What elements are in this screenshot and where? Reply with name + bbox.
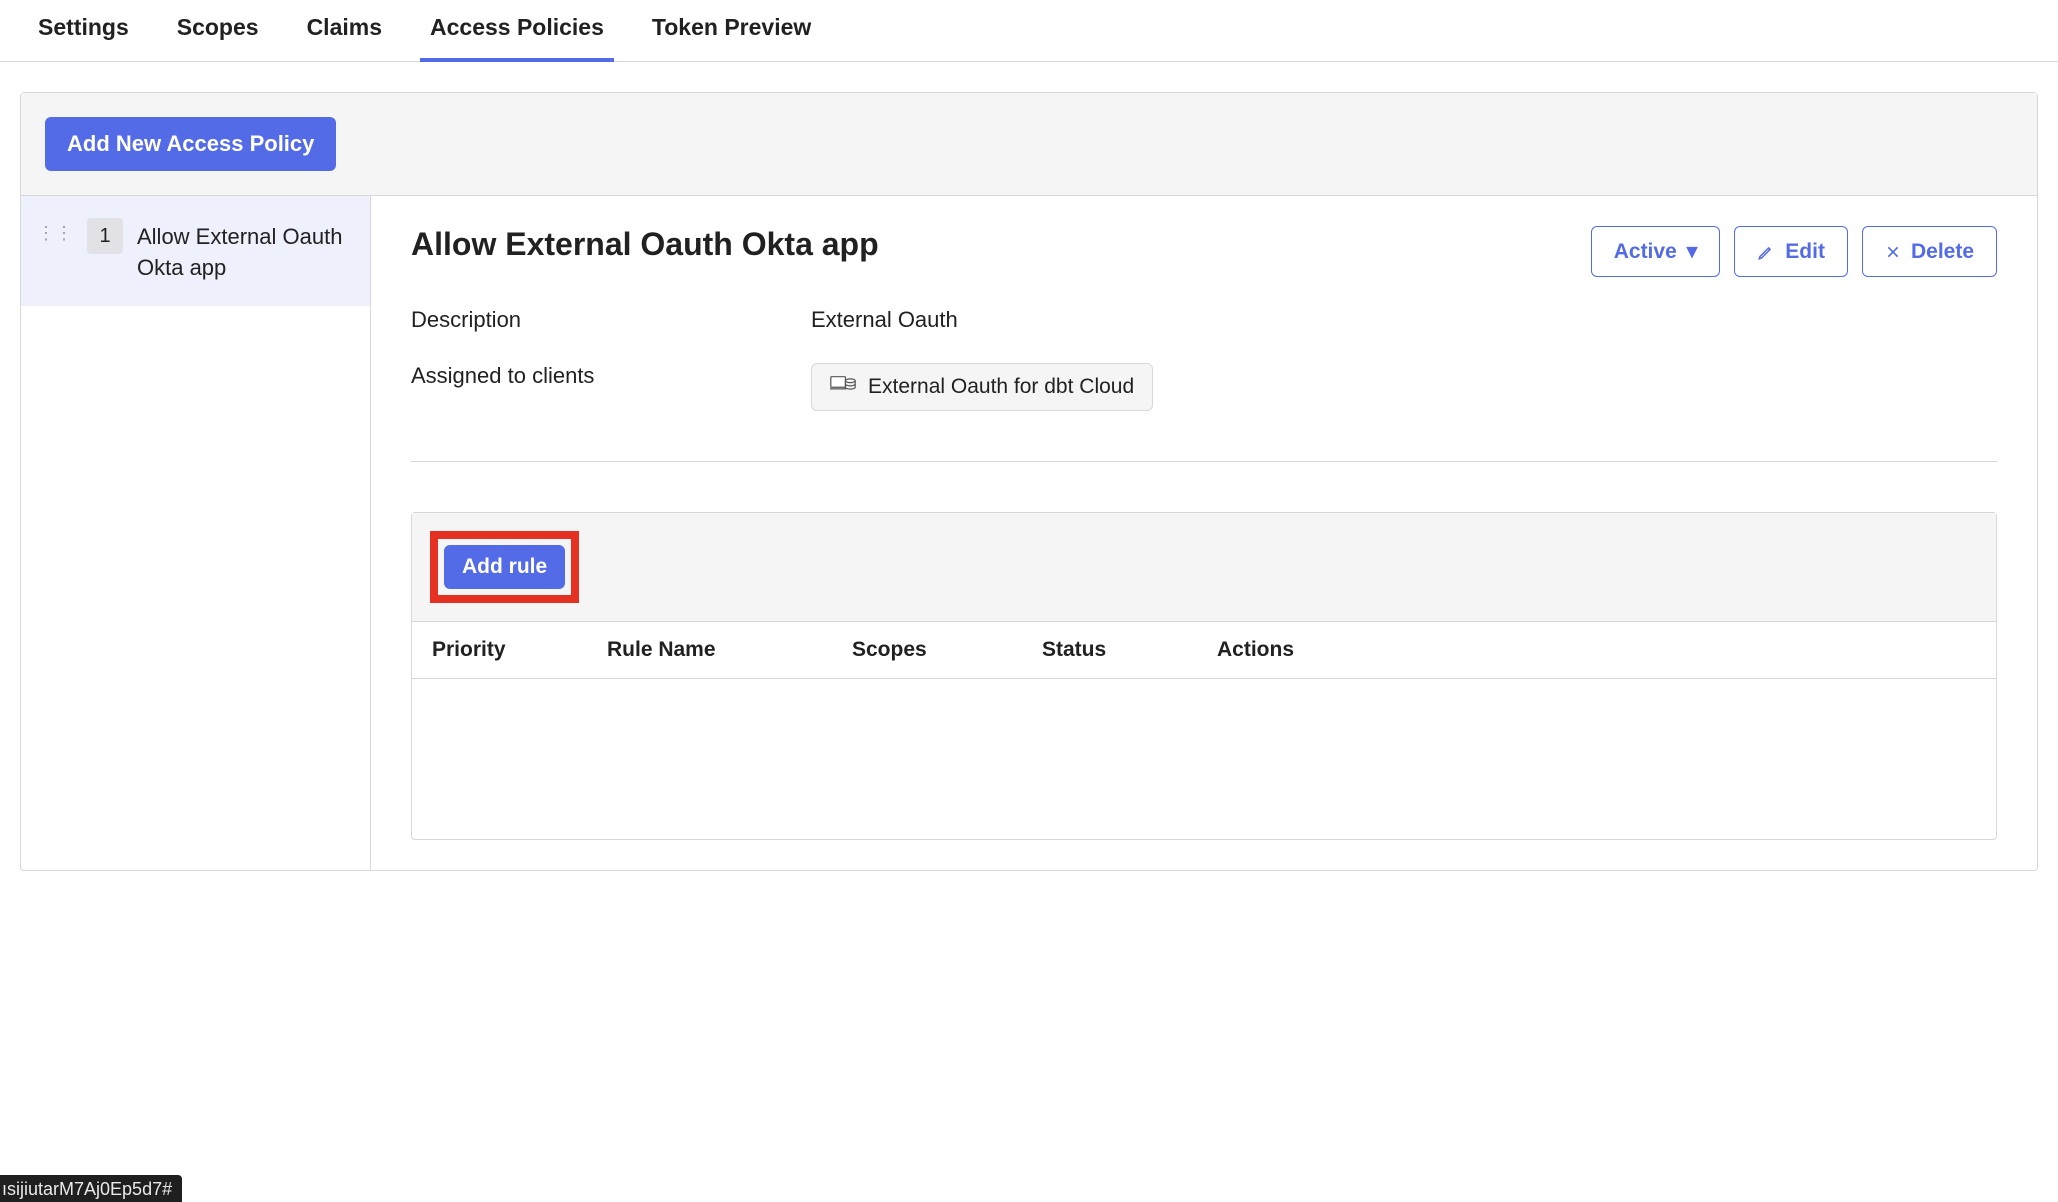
description-label: Description [411, 307, 811, 333]
column-actions: Actions [1217, 638, 1976, 662]
access-policies-panel: Add New Access Policy ⋮⋮ 1 Allow Externa… [20, 92, 2038, 871]
description-value: External Oauth [811, 307, 958, 333]
client-chip: External Oauth for dbt Cloud [811, 363, 1153, 411]
delete-label: Delete [1911, 240, 1974, 264]
rules-header: Add rule [412, 513, 1996, 622]
rules-table-body [412, 679, 1996, 839]
policy-index-badge: 1 [87, 218, 123, 254]
policy-header: Allow External Oauth Okta app Active ▾ E… [411, 226, 1997, 277]
active-label: Active [1614, 240, 1677, 264]
rules-panel: Add rule Priority Rule Name Scopes Statu… [411, 512, 1997, 840]
tab-access-policies[interactable]: Access Policies [430, 0, 604, 61]
column-priority: Priority [432, 638, 607, 662]
tab-settings[interactable]: Settings [38, 0, 129, 61]
client-name: External Oauth for dbt Cloud [868, 375, 1134, 399]
add-rule-highlight: Add rule [430, 531, 579, 603]
panel-body: ⋮⋮ 1 Allow External Oauth Okta app Allow… [21, 196, 2037, 870]
tab-claims[interactable]: Claims [307, 0, 382, 61]
tab-bar: Settings Scopes Claims Access Policies T… [0, 0, 2058, 62]
rules-table-header: Priority Rule Name Scopes Status Actions [412, 622, 1996, 679]
tab-token-preview[interactable]: Token Preview [652, 0, 811, 61]
column-scopes: Scopes [852, 638, 1042, 662]
assigned-clients-row: Assigned to clients Externa [411, 363, 1997, 411]
edit-button[interactable]: Edit [1734, 226, 1848, 277]
pencil-icon [1757, 243, 1775, 261]
policy-title: Allow External Oauth Okta app [411, 226, 879, 263]
panel-header: Add New Access Policy [21, 93, 2037, 196]
sidebar-item-label: Allow External Oauth Okta app [137, 218, 354, 284]
policy-actions: Active ▾ Edit Delete [1591, 226, 1997, 277]
add-new-access-policy-button[interactable]: Add New Access Policy [45, 117, 336, 171]
close-icon [1885, 244, 1901, 260]
column-status: Status [1042, 638, 1217, 662]
policy-sidebar: ⋮⋮ 1 Allow External Oauth Okta app [21, 196, 371, 870]
assigned-clients-value: External Oauth for dbt Cloud [811, 363, 1153, 411]
add-rule-button[interactable]: Add rule [444, 545, 565, 589]
assigned-clients-label: Assigned to clients [411, 363, 811, 411]
tab-scopes[interactable]: Scopes [177, 0, 259, 61]
app-icon [830, 374, 856, 400]
drag-handle-icon[interactable]: ⋮⋮ [37, 218, 73, 242]
description-row: Description External Oauth [411, 307, 1997, 333]
divider [411, 461, 1997, 462]
sidebar-item-policy[interactable]: ⋮⋮ 1 Allow External Oauth Okta app [21, 196, 370, 306]
edit-label: Edit [1785, 240, 1825, 264]
policy-detail: Allow External Oauth Okta app Active ▾ E… [371, 196, 2037, 870]
delete-button[interactable]: Delete [1862, 226, 1997, 277]
chevron-down-icon: ▾ [1687, 239, 1698, 264]
status-bar: ısijiutarM7Aj0Ep5d7# [0, 1175, 182, 1202]
active-dropdown-button[interactable]: Active ▾ [1591, 226, 1721, 277]
column-rule-name: Rule Name [607, 638, 852, 662]
